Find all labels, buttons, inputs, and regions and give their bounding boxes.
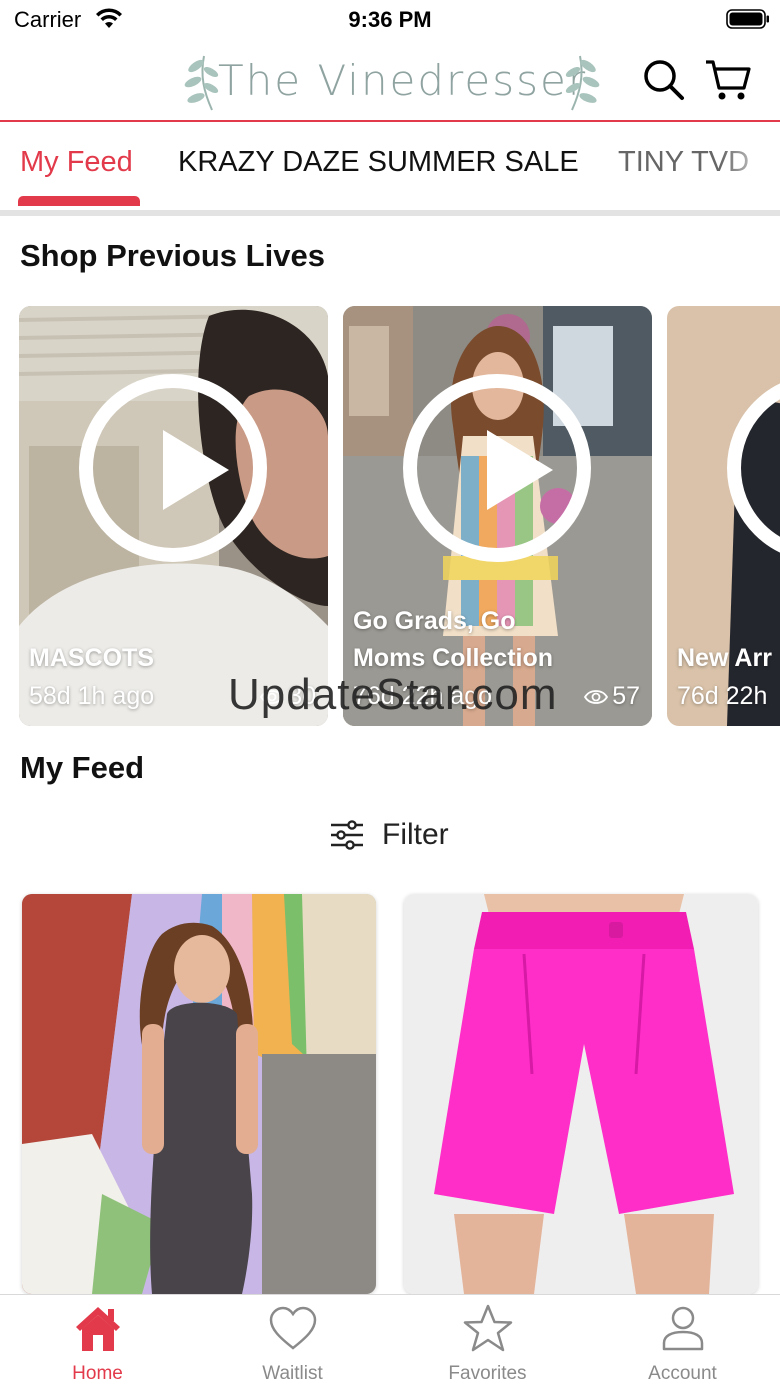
tabs-fade [720, 124, 780, 210]
live-title: MASCOTS [29, 644, 154, 672]
play-button[interactable] [79, 374, 267, 562]
battery-icon [726, 9, 769, 29]
nav-waitlist[interactable]: Waitlist [195, 1303, 390, 1385]
nav-account[interactable]: Account [585, 1303, 780, 1385]
tab-krazy-daze-summer-sale[interactable]: KRAZY DAZE SUMMER SALE [178, 146, 579, 179]
shop-previous-lives-title: Shop Previous Lives [20, 238, 325, 273]
live-card[interactable]: New Arr 76d 22h [667, 306, 780, 726]
product-image [404, 894, 758, 1294]
bottom-tab-bar: Home Waitlist Favorites Account [0, 1294, 780, 1387]
tab-my-feed[interactable]: My Feed [20, 146, 133, 179]
live-views: 57 [584, 682, 640, 711]
views-count: 57 [612, 682, 640, 710]
product-card[interactable] [404, 894, 758, 1294]
live-title-line: Moms Collection [353, 644, 554, 672]
play-icon [487, 430, 553, 510]
brand-logo[interactable]: The Vinedresser [182, 48, 602, 114]
play-icon [163, 430, 229, 510]
live-title: Go Grads, Go Moms Collection [353, 603, 553, 677]
logo-text: The Vinedresser [218, 56, 588, 105]
live-time: 76d 22h [677, 682, 768, 710]
active-tab-indicator [18, 196, 140, 206]
filter-button[interactable]: Filter [330, 818, 449, 852]
cart-icon[interactable] [704, 56, 752, 104]
live-card[interactable]: Go Grads, Go Moms Collection 76d 22h ago… [343, 306, 652, 726]
nav-label: Account [648, 1363, 717, 1384]
nav-favorites[interactable]: Favorites [390, 1303, 585, 1385]
watermark: UpdateStar.com [228, 670, 558, 719]
product-image [22, 894, 376, 1294]
live-card[interactable]: MASCOTS 58d 1h ago 30 [19, 306, 328, 726]
app-header: The Vinedresser [0, 40, 780, 122]
leaf-icon [184, 55, 219, 111]
category-tabs: My Feed KRAZY DAZE SUMMER SALE TINY TVD [0, 124, 780, 216]
filter-label: Filter [382, 818, 449, 851]
live-time: 58d 1h ago [29, 682, 155, 710]
nav-label: Waitlist [262, 1363, 323, 1384]
star-icon [463, 1304, 512, 1352]
status-bar: Carrier 9:36 PM [0, 0, 780, 40]
leaf-icon [565, 55, 600, 111]
my-feed-title: My Feed [20, 750, 145, 785]
eye-icon [584, 689, 609, 704]
nav-label: Home [72, 1363, 123, 1384]
heart-icon [269, 1306, 316, 1350]
nav-home[interactable]: Home [0, 1303, 195, 1385]
play-button[interactable] [403, 374, 591, 562]
search-icon[interactable] [640, 56, 688, 104]
home-icon [75, 1307, 120, 1351]
previous-lives-carousel[interactable]: MASCOTS 58d 1h ago 30 Go Grads, Go Moms … [0, 306, 780, 726]
filter-icon [331, 820, 363, 850]
status-time: 9:36 PM [348, 7, 432, 32]
live-title-line: Go Grads, Go [353, 607, 516, 635]
nav-label: Favorites [448, 1363, 527, 1384]
user-icon [662, 1306, 703, 1351]
product-card[interactable] [22, 894, 376, 1294]
live-title: New Arr [677, 644, 772, 672]
